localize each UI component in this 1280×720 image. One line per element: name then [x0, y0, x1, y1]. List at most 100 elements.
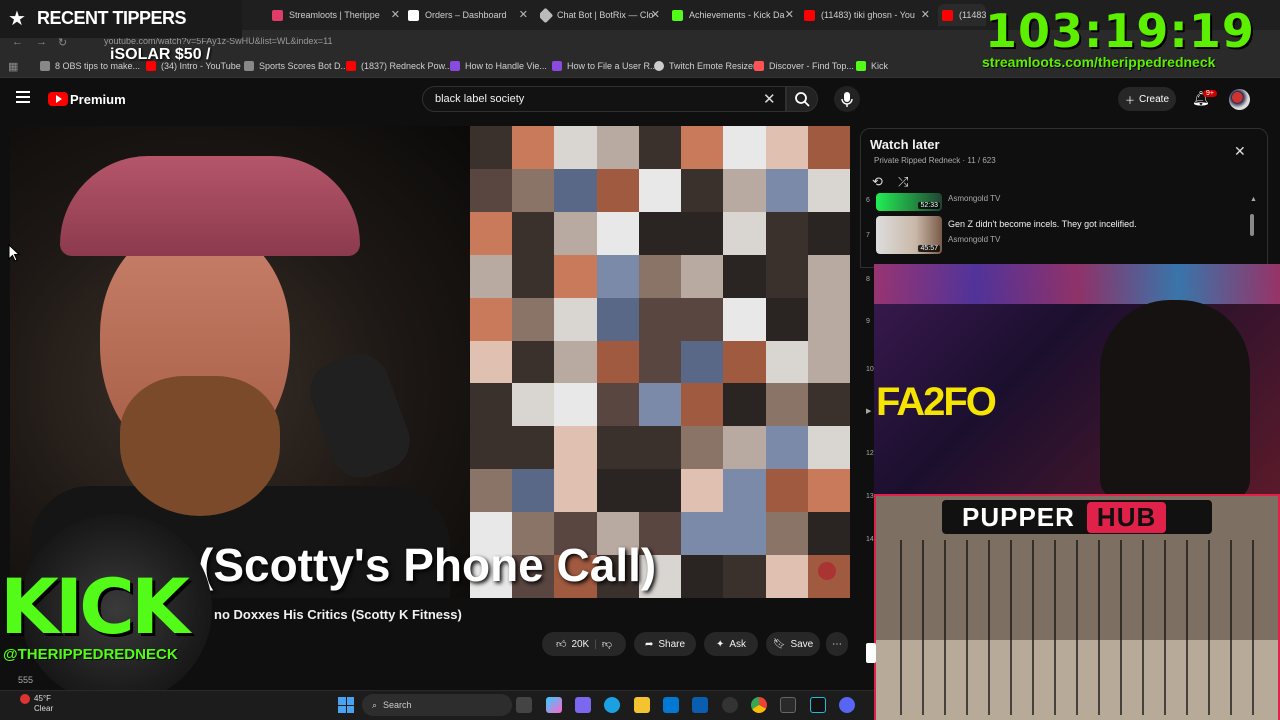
mosaic-tile: [470, 126, 513, 169]
browser-tab[interactable]: Orders – Dashboard ✕: [408, 4, 528, 26]
bookmark-item[interactable]: How to Handle Vie...: [450, 61, 547, 71]
teams-icon[interactable]: [575, 697, 591, 713]
bookmark-item[interactable]: Kick: [856, 61, 888, 71]
mosaic-tile: [596, 340, 639, 384]
browser-tab-active[interactable]: (11483) Th: [938, 4, 986, 26]
bookmark-favicon-icon: [754, 61, 764, 71]
mosaic-tile: [512, 469, 555, 513]
menu-icon[interactable]: [16, 91, 30, 103]
mosaic-tile: [638, 211, 682, 255]
bookmark-item[interactable]: Discover - Find Top...: [754, 61, 854, 71]
mouse-cursor-icon: [8, 244, 20, 262]
file-explorer-icon[interactable]: [634, 697, 650, 713]
save-button[interactable]: 🔖︎ Save: [766, 632, 820, 656]
thumbs-down-icon[interactable]: 👎︎: [602, 638, 612, 650]
close-tab-icon[interactable]: ✕: [519, 8, 528, 21]
playlist-thumbnail[interactable]: 52:33: [876, 193, 942, 211]
playlist-scrollbar[interactable]: [1250, 214, 1254, 236]
ask-button[interactable]: ✦ Ask: [704, 632, 758, 656]
mosaic-tile: [681, 211, 724, 255]
mosaic-tile: [638, 469, 682, 513]
close-playlist-icon[interactable]: ✕: [1234, 143, 1246, 160]
create-button[interactable]: ＋ Create: [1118, 87, 1176, 111]
bookmark-item[interactable]: How to File a User R...: [552, 61, 658, 71]
mosaic-tile: [723, 426, 766, 470]
bookmark-item[interactable]: Twitch Emote Resizer: [654, 61, 756, 71]
thumbs-up-icon[interactable]: 👍︎: [556, 638, 566, 650]
more-actions-button[interactable]: ⋯: [826, 632, 848, 656]
kick-handle: @THERIPPEDREDNECK: [3, 646, 178, 663]
search-icon: [795, 92, 810, 107]
voice-search-button[interactable]: [834, 86, 860, 112]
mosaic-tile: [596, 254, 639, 298]
task-view-icon[interactable]: [516, 697, 532, 713]
mosaic-tile: [470, 168, 513, 212]
close-tab-icon[interactable]: ✕: [391, 8, 400, 21]
copilot-icon[interactable]: [546, 697, 562, 713]
mosaic-tile: [723, 383, 766, 427]
view-count-partial: 555: [18, 675, 34, 685]
mosaic-tile: [638, 126, 682, 169]
edge-icon[interactable]: [604, 697, 620, 713]
outlook-icon[interactable]: [692, 697, 708, 713]
mosaic-tile: [554, 126, 597, 169]
like-dislike-group[interactable]: 👍︎ 20K | 👎︎: [542, 632, 626, 656]
chrome-icon[interactable]: [751, 697, 767, 713]
weather-alert-icon[interactable]: [20, 694, 30, 704]
youtube-logo-icon[interactable]: [48, 92, 68, 106]
apps-grid-icon[interactable]: ▦: [8, 60, 18, 73]
mosaic-tile: [470, 340, 513, 384]
playlist-item-title[interactable]: Gen Z didn't become incels. They got inc…: [948, 219, 1137, 229]
kick-logo-text: KICK: [0, 562, 190, 651]
youtube-favicon-icon: [942, 9, 953, 21]
bookmark-item[interactable]: (1837) Redneck Pow...: [346, 61, 452, 71]
webcam-wall-sign: FA2FO: [876, 380, 997, 424]
channel-watermark-icon[interactable]: [818, 562, 836, 580]
video-person-cap: [60, 156, 360, 256]
scroll-up-icon[interactable]: ▲: [1250, 196, 1257, 203]
browser-tab[interactable]: Streamloots | Therippe ✕: [272, 4, 400, 26]
share-button[interactable]: ➦ Share: [634, 632, 696, 656]
app-icon[interactable]: [810, 697, 826, 713]
streamloots-favicon-icon: [272, 9, 283, 21]
more-horizontal-icon: ⋯: [832, 638, 842, 650]
account-avatar[interactable]: [1229, 89, 1250, 110]
bookmark-item[interactable]: Sports Scores Bot D...: [244, 61, 348, 71]
mosaic-tile: [512, 426, 555, 470]
browser-tab[interactable]: Achievements - Kick Da ✕: [672, 4, 794, 26]
mosaic-tile: [596, 383, 639, 427]
clear-search-icon[interactable]: ✕: [763, 90, 776, 108]
close-tab-icon[interactable]: ✕: [785, 8, 794, 21]
mosaic-tile: [765, 168, 808, 212]
mosaic-tile: [807, 254, 850, 298]
mosaic-tile: [723, 254, 766, 298]
webcam-led-lights: [874, 264, 1280, 304]
mosaic-tile: [638, 168, 682, 212]
obs-icon[interactable]: [722, 697, 738, 713]
mosaic-tile: [807, 168, 850, 212]
loop-icon[interactable]: ⟲: [872, 174, 883, 190]
close-tab-icon[interactable]: ✕: [921, 8, 930, 21]
shuffle-icon[interactable]: ⤮: [898, 174, 908, 190]
weather-widget[interactable]: 45°F Clear: [34, 694, 53, 714]
discord-icon[interactable]: [839, 697, 855, 713]
windows-start-icon[interactable]: [338, 697, 354, 713]
store-icon[interactable]: [663, 697, 679, 713]
mosaic-tile: [723, 512, 766, 556]
search-input[interactable]: black label society: [435, 93, 524, 105]
playlist-thumbnail[interactable]: 45:57: [876, 216, 942, 254]
taskbar-search[interactable]: ⌕ Search: [362, 694, 512, 716]
mosaic-tile: [470, 297, 513, 341]
browser-tab[interactable]: (11483) tiki ghosn - You ✕: [804, 4, 930, 26]
terminal-icon[interactable]: [780, 697, 796, 713]
notification-count-badge: 9+: [1203, 90, 1217, 97]
mosaic-tile: [723, 126, 766, 169]
bookmark-favicon-icon: [856, 61, 866, 71]
browser-tab[interactable]: Chat Bot | BotRix — Clo ✕: [540, 4, 660, 26]
mosaic-tile: [596, 426, 639, 470]
bookmark-favicon-icon: [450, 61, 460, 71]
mosaic-tile: [807, 211, 850, 255]
close-tab-icon[interactable]: ✕: [651, 8, 660, 21]
playlist-item-channel: Asmongold TV: [948, 235, 1001, 244]
search-button[interactable]: [786, 86, 818, 112]
